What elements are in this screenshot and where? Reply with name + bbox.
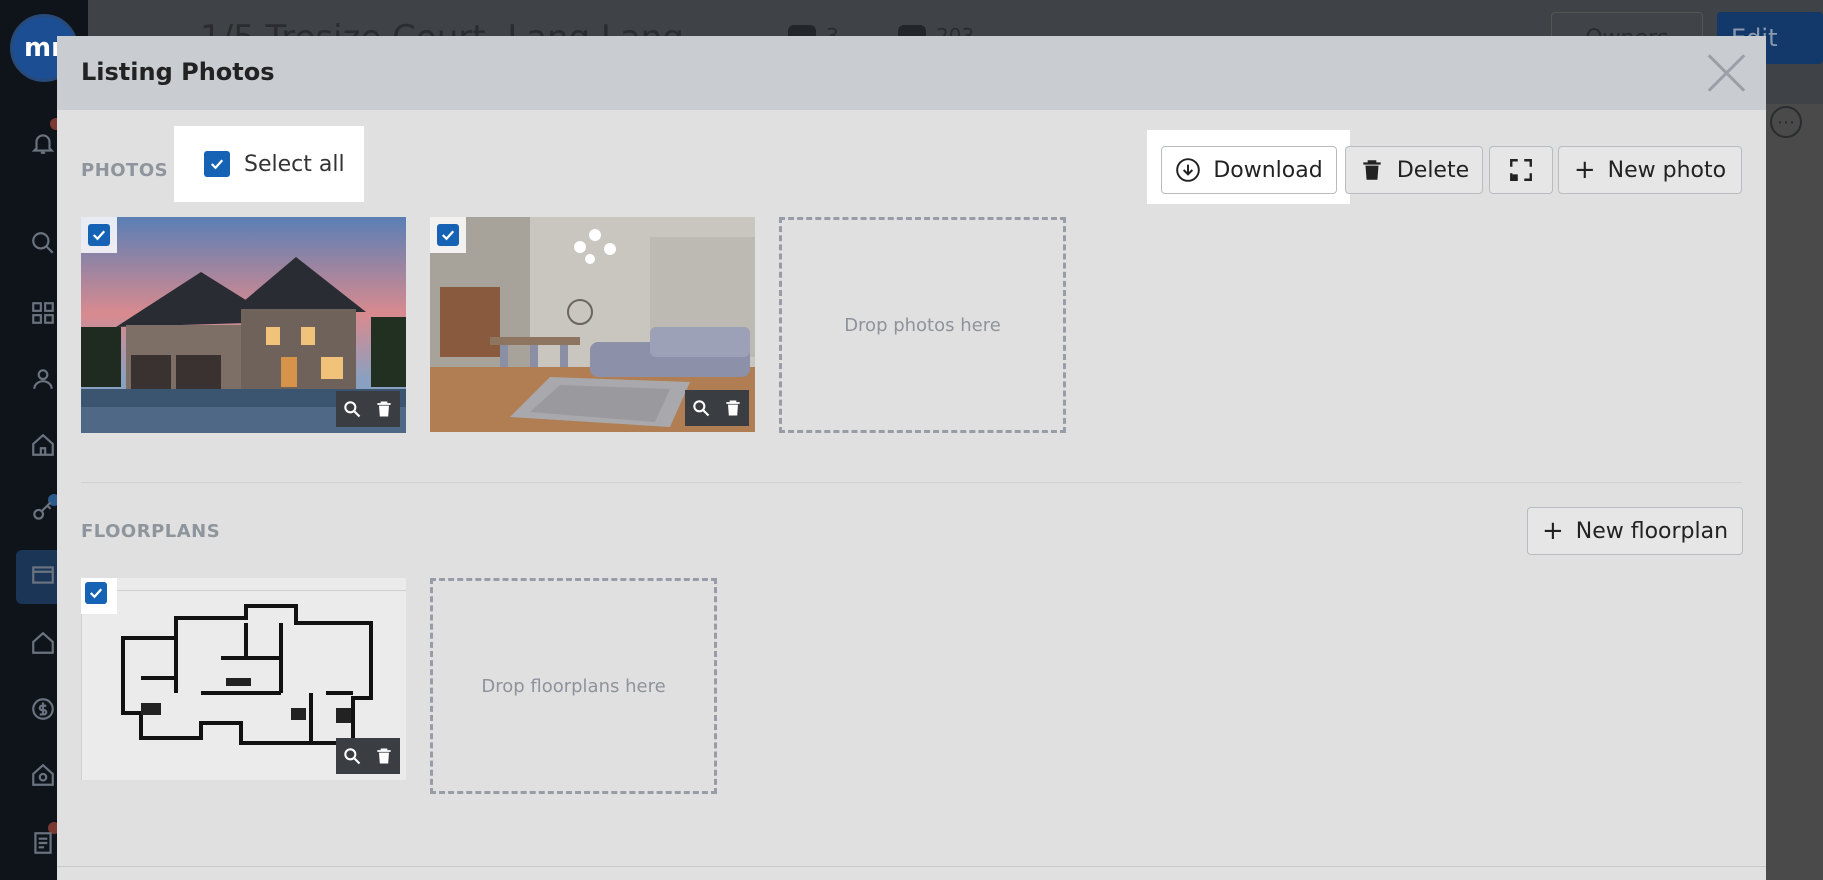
fullscreen-button[interactable] [1489, 146, 1553, 194]
property-icon [28, 760, 58, 790]
user-icon [28, 364, 58, 394]
home-icon [28, 430, 58, 460]
document-icon [28, 828, 58, 858]
trash-icon[interactable] [721, 396, 745, 420]
floorplan-actions [336, 738, 400, 774]
section-divider [81, 482, 1742, 483]
floorplans-dropzone[interactable]: Drop floorplans here [430, 578, 717, 794]
download-icon [1176, 158, 1201, 182]
checkbox-checked-icon [88, 224, 110, 246]
trash-icon[interactable] [372, 397, 396, 421]
plus-icon: + [1541, 516, 1564, 546]
dropzone-text: Drop floorplans here [481, 675, 666, 697]
modal-header: Listing Photos [57, 36, 1766, 110]
dollar-icon [28, 694, 58, 724]
photos-dropzone[interactable]: Drop photos here [779, 217, 1066, 433]
dashboard-icon [28, 298, 58, 328]
key-icon [28, 496, 58, 526]
modal-title: Listing Photos [81, 58, 275, 86]
photos-section-label: PHOTOS [81, 160, 169, 181]
listing-icon [28, 560, 58, 590]
trash-icon [1363, 160, 1381, 180]
listing-photos-modal: Listing Photos PHOTOS Select all Downloa… [57, 36, 1766, 880]
close-icon[interactable] [1705, 50, 1749, 94]
checkbox-checked-icon [437, 224, 459, 246]
zoom-icon[interactable] [340, 744, 364, 768]
photo-thumbnail[interactable] [81, 217, 406, 433]
more-options-icon[interactable]: ⋯ [1770, 106, 1802, 138]
bell-icon [28, 128, 58, 158]
photo-actions [685, 390, 749, 426]
new-floorplan-button[interactable]: + New floorplan [1527, 507, 1743, 555]
photo-select-checkbox[interactable] [430, 217, 466, 253]
modal-footer-divider [57, 866, 1766, 867]
new-photo-button[interactable]: + New photo [1558, 146, 1742, 194]
house-icon [28, 628, 58, 658]
zoom-icon[interactable] [689, 396, 713, 420]
photo-actions [336, 391, 400, 427]
checkbox-checked-icon [204, 151, 230, 177]
floorplan-thumbnail[interactable] [81, 578, 406, 780]
photo-thumbnail[interactable] [430, 217, 755, 432]
trash-icon[interactable] [372, 744, 396, 768]
floorplans-section-label: FLOORPLANS [81, 521, 221, 542]
select-all-checkbox[interactable]: Select all [174, 126, 364, 202]
checkbox-checked-icon [85, 582, 107, 604]
expand-icon [1510, 159, 1532, 181]
delete-button[interactable]: Delete [1345, 146, 1483, 194]
download-button[interactable]: Download [1161, 146, 1337, 194]
select-all-label: Select all [244, 151, 345, 177]
search-icon [28, 228, 58, 258]
photo-select-checkbox[interactable] [81, 217, 117, 253]
dropzone-text: Drop photos here [844, 314, 1001, 336]
plus-icon: + [1573, 155, 1596, 185]
floorplan-select-checkbox[interactable] [81, 578, 117, 614]
zoom-icon[interactable] [340, 397, 364, 421]
